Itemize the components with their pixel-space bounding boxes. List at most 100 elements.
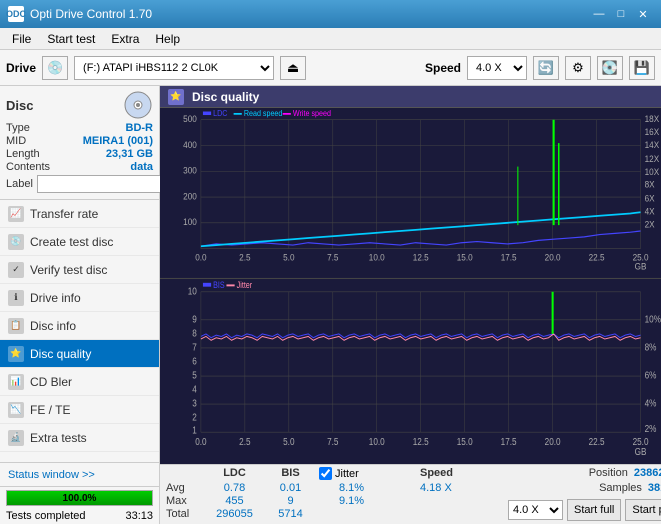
svg-text:15.0: 15.0 xyxy=(457,252,473,263)
minimize-button[interactable]: — xyxy=(589,5,609,23)
sidebar-item-disc-info[interactable]: 📋 Disc info xyxy=(0,312,159,340)
close-button[interactable]: ✕ xyxy=(633,5,653,23)
sidebar-item-extra-tests[interactable]: 🔬 Extra tests xyxy=(0,424,159,452)
menu-extra[interactable]: Extra xyxy=(103,30,147,48)
svg-text:8X: 8X xyxy=(645,179,655,190)
svg-text:10: 10 xyxy=(188,285,197,296)
settings-button[interactable]: ⚙ xyxy=(565,56,591,80)
menu-help[interactable]: Help xyxy=(147,30,188,48)
sidebar-item-create-test-disc[interactable]: 💿 Create test disc xyxy=(0,228,159,256)
content-header-icon: ⭐ xyxy=(168,89,184,105)
transfer-rate-icon: 📈 xyxy=(8,206,24,222)
start-part-button[interactable]: Start part xyxy=(625,499,661,521)
stats-table: LDC BIS Jitter Speed Avg 0.78 0.01 8.1% xyxy=(166,467,500,520)
svg-text:18X: 18X xyxy=(645,114,660,125)
samples-label: Samples xyxy=(599,482,642,494)
disc-label-key: Label xyxy=(6,178,33,190)
sidebar-item-transfer-rate[interactable]: 📈 Transfer rate xyxy=(0,200,159,228)
sidebar: Disc Type BD-R MID MEIRA1 (001) Length 2… xyxy=(0,86,160,524)
svg-text:8%: 8% xyxy=(645,342,657,353)
disc-contents-row: Contents data xyxy=(6,161,153,173)
start-full-button[interactable]: Start full xyxy=(567,499,621,521)
avg-jitter: 8.1% xyxy=(319,482,419,494)
sidebar-item-label: CD Bler xyxy=(30,375,72,389)
jitter-checkbox[interactable] xyxy=(319,467,332,480)
toolbar: Drive 💿 (F:) ATAPI iHBS112 2 CL0K ⏏ Spee… xyxy=(0,50,661,86)
svg-text:4: 4 xyxy=(192,384,197,395)
menu-start-test[interactable]: Start test xyxy=(39,30,103,48)
disc-info-icon: 📋 xyxy=(8,318,24,334)
sidebar-item-fe-te[interactable]: 📉 FE / TE xyxy=(0,396,159,424)
svg-text:400: 400 xyxy=(183,139,197,150)
stats-panel: LDC BIS Jitter Speed Avg 0.78 0.01 8.1% xyxy=(160,464,661,524)
disc-panel: Disc Type BD-R MID MEIRA1 (001) Length 2… xyxy=(0,86,159,200)
svg-text:12X: 12X xyxy=(645,153,660,164)
avg-label: Avg xyxy=(166,482,206,494)
total-ldc: 296055 xyxy=(207,508,262,520)
speed-buttons-row: 4.0 X Start full Start part xyxy=(508,499,661,521)
maximize-button[interactable]: □ xyxy=(611,5,631,23)
speed-select[interactable]: 4.0 X xyxy=(467,56,527,80)
top-chart-svg: 500 400 300 200 100 18X 16X 14X 12X 10X … xyxy=(160,108,661,278)
svg-text:22.5: 22.5 xyxy=(589,252,605,263)
sidebar-item-disc-quality[interactable]: ⭐ Disc quality xyxy=(0,340,159,368)
svg-text:100: 100 xyxy=(183,217,197,228)
svg-text:10X: 10X xyxy=(645,166,660,177)
drive-icon-btn[interactable]: 💿 xyxy=(42,56,68,80)
svg-text:14X: 14X xyxy=(645,139,660,150)
svg-text:7: 7 xyxy=(192,342,197,353)
window-controls: — □ ✕ xyxy=(589,5,653,23)
titlebar: ODC Opti Drive Control 1.70 — □ ✕ xyxy=(0,0,661,28)
speed-label: Speed xyxy=(425,61,461,75)
svg-text:10%: 10% xyxy=(645,313,661,324)
speed-select-small[interactable]: 4.0 X xyxy=(508,500,563,520)
extra-tests-icon: 🔬 xyxy=(8,430,24,446)
app-title: Opti Drive Control 1.70 xyxy=(30,7,152,21)
drive-info-icon: ℹ xyxy=(8,290,24,306)
sidebar-item-label: FE / TE xyxy=(30,403,70,417)
position-val: 23862 MB xyxy=(634,467,661,479)
svg-text:2.5: 2.5 xyxy=(239,436,250,447)
svg-text:7.5: 7.5 xyxy=(327,252,338,263)
svg-text:4%: 4% xyxy=(645,398,657,409)
drive-select[interactable]: (F:) ATAPI iHBS112 2 CL0K xyxy=(74,56,274,80)
progress-text: 100.0% xyxy=(7,491,152,505)
disc-mid-val: MEIRA1 (001) xyxy=(83,135,153,147)
svg-text:6X: 6X xyxy=(645,193,655,204)
titlebar-left: ODC Opti Drive Control 1.70 xyxy=(8,6,152,22)
svg-text:GB: GB xyxy=(635,261,647,272)
svg-text:10.0: 10.0 xyxy=(369,252,385,263)
svg-text:200: 200 xyxy=(183,191,197,202)
status-window-btn[interactable]: Status window >> xyxy=(0,463,159,487)
save-button[interactable]: 💾 xyxy=(629,56,655,80)
eject-button[interactable]: ⏏ xyxy=(280,56,306,80)
sidebar-item-verify-test-disc[interactable]: ✓ Verify test disc xyxy=(0,256,159,284)
sidebar-item-drive-info[interactable]: ℹ Drive info xyxy=(0,284,159,312)
sidebar-item-cd-bler[interactable]: 📊 CD Bler xyxy=(0,368,159,396)
status-bar-wrapper: Status window >> 100.0% Tests completed … xyxy=(0,462,159,524)
position-row: Position 23862 MB xyxy=(589,467,661,479)
disc-label-input[interactable] xyxy=(37,175,175,193)
svg-text:2: 2 xyxy=(192,412,197,423)
right-controls: Position 23862 MB Samples 381469 4.0 X S… xyxy=(508,467,661,521)
svg-text:12.5: 12.5 xyxy=(413,436,429,447)
position-label: Position xyxy=(589,467,628,479)
svg-text:5.0: 5.0 xyxy=(283,436,294,447)
menu-file[interactable]: File xyxy=(4,30,39,48)
disc-button[interactable]: 💽 xyxy=(597,56,623,80)
sidebar-item-label: Extra tests xyxy=(30,431,87,445)
disc-length-row: Length 23,31 GB xyxy=(6,148,153,160)
max-label: Max xyxy=(166,495,206,507)
disc-type-row: Type BD-R xyxy=(6,122,153,134)
total-label: Total xyxy=(166,508,206,520)
svg-text:20.0: 20.0 xyxy=(545,252,561,263)
refresh-button[interactable]: 🔄 xyxy=(533,56,559,80)
disc-mid-key: MID xyxy=(6,135,26,147)
drive-label: Drive xyxy=(6,61,36,75)
bottom-chart: 10 9 8 7 6 5 4 3 2 1 10% 8% 6% 4% 2% xyxy=(160,279,661,464)
svg-text:10.0: 10.0 xyxy=(369,436,385,447)
ldc-header: LDC xyxy=(207,467,262,480)
jitter-checkbox-area: Jitter xyxy=(319,467,419,480)
svg-text:17.5: 17.5 xyxy=(501,436,517,447)
sidebar-item-label: Disc info xyxy=(30,319,76,333)
